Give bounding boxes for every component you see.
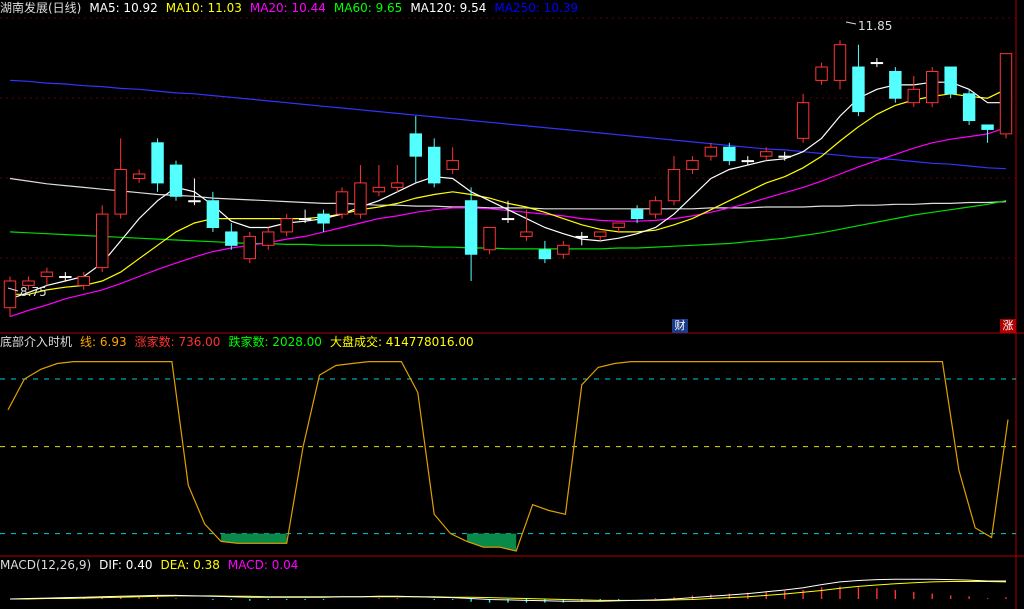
candle-body-down [538, 249, 552, 260]
candle-body-up [114, 169, 127, 215]
candle-body-up [796, 102, 810, 139]
main-header-item-5: MA250: 10.39 [494, 1, 579, 15]
candle-body-down [298, 218, 312, 221]
finance-report-marker[interactable]: 财 [672, 319, 688, 333]
candle-body-down [575, 235, 588, 238]
indicator-header: 底部介入时机 线: 6.93 涨家数: 736.00 跌家数: 2028.00 大盘成交… [0, 334, 482, 350]
macd-header-title: MACD(12,26,9) [0, 558, 92, 572]
candle-body-up [280, 218, 293, 233]
candle-body-down [889, 70, 902, 99]
candle-body-up [96, 213, 109, 269]
panel-frames [0, 0, 1024, 609]
indicator-header-item-3: 大盘成交: 414778016.00 [329, 335, 474, 349]
candle-body-up [483, 226, 496, 251]
bottom-zone-fill [467, 533, 517, 552]
indicator-header-title: 底部介入时机 [0, 335, 73, 349]
candle-body-up [132, 173, 146, 179]
high-price-label: 11.85 [858, 19, 892, 33]
indicator-header-item-1: 涨家数: 736.00 [134, 335, 221, 349]
candle-body-up [520, 231, 533, 237]
main-header-item-0: MA5: 10.92 [89, 1, 158, 15]
candle-body-down [501, 218, 515, 221]
main-header-item-2: MA20: 10.44 [249, 1, 326, 15]
candle-body-down [778, 155, 791, 158]
candle-body-up [667, 169, 681, 202]
candle-body-up [391, 182, 404, 188]
main-header-title: 湖南发展(日线) [0, 1, 82, 15]
bottom-entry-indicator [0, 361, 1016, 552]
candle-body-down [630, 209, 644, 220]
candle-body-up [3, 280, 17, 309]
ma10-line [10, 88, 1007, 295]
candle-body-up [594, 231, 607, 237]
candle-body-up [815, 66, 828, 81]
moving-average-lines [9, 79, 1007, 318]
macd-header-item-0: DIF: 0.40 [99, 558, 153, 572]
candle-body-up [760, 151, 773, 157]
indicator-line [7, 361, 1009, 552]
candle-body-down [151, 142, 164, 184]
candle-body-up [262, 231, 275, 246]
candle-body-up [446, 160, 459, 171]
candle-body-down [464, 200, 478, 255]
candle-body-down [944, 66, 957, 95]
candle-body-down [428, 146, 441, 184]
candle-body-up [612, 222, 625, 228]
low-price-label: 8.75 [20, 285, 47, 299]
macd-panel [9, 578, 1007, 603]
main-chart-header: 湖南发展(日线) MA5: 10.92 MA10: 11.03 MA20: 10.44… [0, 0, 586, 16]
limit-up-marker[interactable]: 涨 [1000, 319, 1016, 333]
candle-body-up [704, 146, 718, 157]
candle-body-up [833, 44, 847, 81]
candle-body-down [206, 200, 220, 228]
macd-header: MACD(12,26,9) DIF: 0.40 DEA: 0.38 MACD: 0.0… [0, 557, 306, 573]
indicator-header-item-0: 线: 6.93 [80, 335, 127, 349]
candle-body-up [335, 191, 349, 215]
chart-canvas: 11.85 8.75 [0, 0, 1024, 609]
candle-body-down [741, 160, 754, 163]
candle-body-down [188, 200, 201, 203]
candle-body-up [557, 244, 570, 255]
main-header-item-4: MA120: 9.54 [410, 1, 487, 15]
candle-body-up [686, 160, 699, 171]
candle-body-up [926, 70, 939, 104]
candle-body-up [372, 186, 386, 193]
dea-line [10, 581, 1007, 601]
candle-body-up [77, 276, 90, 286]
candle-body-up [354, 182, 367, 215]
candle-body-down [981, 124, 994, 130]
candle-body-down [962, 93, 976, 122]
main-header-item-3: MA60: 9.65 [333, 1, 403, 15]
candle-body-down [317, 213, 330, 224]
candle-body-up [649, 200, 662, 215]
candle-body-down [409, 133, 422, 157]
macd-header-item-2: MACD: 0.04 [227, 558, 299, 572]
candle-body-down [723, 146, 736, 162]
candle-body-down [870, 62, 884, 65]
candle-body-down [169, 164, 183, 197]
candle-body-up [243, 235, 256, 260]
candle-body-down [59, 276, 72, 279]
candle-body-up [999, 53, 1013, 135]
main-header-item-1: MA10: 11.03 [165, 1, 242, 15]
high-pointer [845, 21, 857, 25]
candle-body-down [225, 231, 238, 246]
ma5-line [9, 81, 1006, 300]
candle-body-up [907, 88, 920, 104]
candle-body-up [40, 271, 54, 278]
macd-header-item-1: DEA: 0.38 [160, 558, 220, 572]
candle-body-down [852, 66, 865, 113]
indicator-header-item-2: 跌家数: 2028.00 [228, 335, 322, 349]
bottom-zone-fill [221, 533, 287, 544]
candlesticks [3, 40, 1013, 317]
